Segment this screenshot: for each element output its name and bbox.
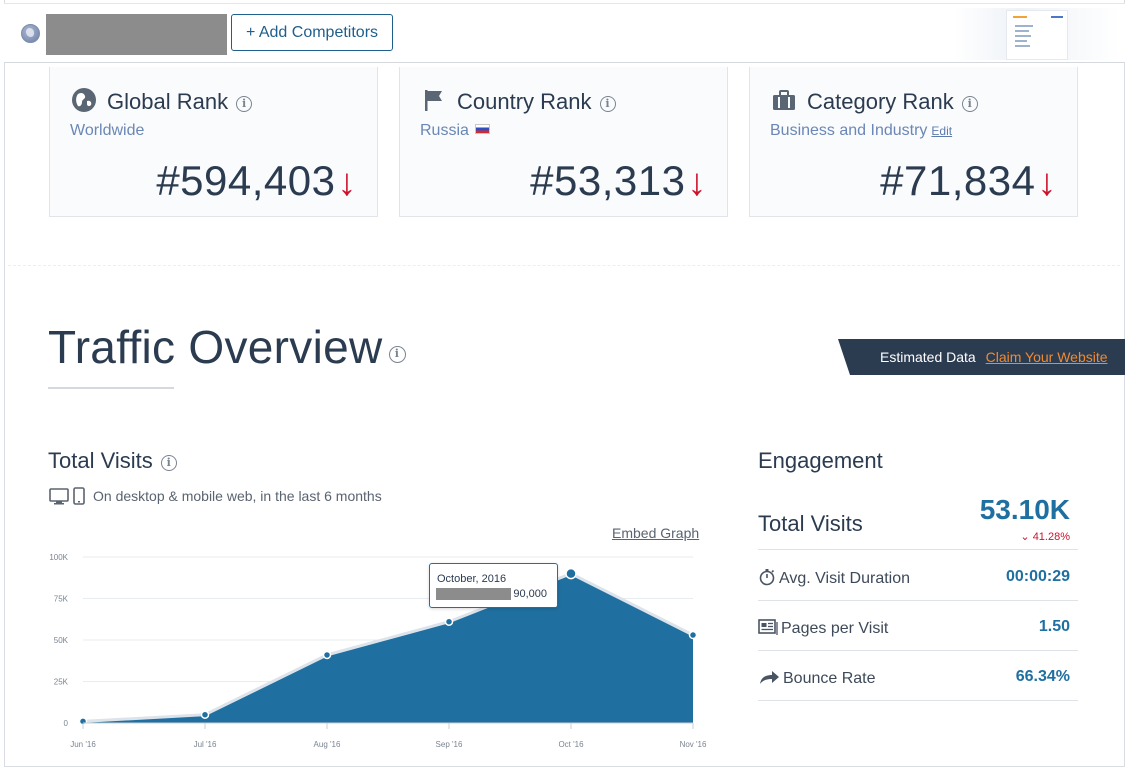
global-rank-value: #594,403↓ (156, 157, 357, 204)
x-tick-label: Sep '16 (436, 740, 463, 749)
claim-website-link[interactable]: Claim Your Website (986, 349, 1108, 365)
data-point (565, 567, 577, 580)
x-tick-label: Jun '16 (70, 740, 96, 749)
y-tick-label: 50K (54, 636, 69, 645)
engagement-row-bounce: Bounce Rate 66.34% (758, 651, 1078, 701)
avg-visit-duration-value: 00:00:29 (1005, 568, 1070, 585)
visits-area (83, 573, 693, 723)
engagement-title: Engagement (758, 448, 883, 473)
info-icon[interactable]: i (388, 346, 406, 363)
down-arrow-icon: ↓ (337, 162, 357, 204)
data-point (200, 710, 210, 719)
pages-icon (758, 619, 778, 635)
country-rank-card: Country Rank i Russia #53,313↓ (399, 67, 728, 217)
global-rank-title: Global Rank i (107, 89, 253, 115)
country-rank-title: Country Rank i (457, 89, 616, 115)
avg-visit-duration-label: Avg. Visit Duration (779, 570, 911, 587)
y-tick-label: 25K (54, 678, 69, 687)
pages-per-visit-label: Pages per Visit (781, 620, 889, 637)
info-icon[interactable]: i (236, 96, 253, 112)
info-icon[interactable]: i (961, 96, 978, 112)
data-point (322, 650, 332, 660)
stopwatch-icon (759, 569, 775, 586)
category-rank-title: Category Rank i (807, 89, 978, 115)
chevron-down-icon: ⌄ (1020, 531, 1033, 543)
global-rank-subtitle: Worldwide (70, 122, 145, 139)
site-thumbnail[interactable] (954, 8, 1120, 60)
bounce-rate-label: Bounce Rate (783, 670, 876, 687)
pages-per-visit-value: 1.50 (1038, 618, 1070, 635)
engagement-row-duration: Avg. Visit Duration 00:00:29 (758, 551, 1078, 601)
tooltip-date: October, 2016 (437, 573, 507, 585)
engagement-total-visits-value: 53.10K (979, 494, 1070, 525)
category-rank-subtitle: Business and Industry Edit (770, 122, 953, 139)
engagement-total-visits-row: Total Visits 53.10K ⌄ 41.28% (758, 490, 1078, 550)
engagement-total-visits-label: Total Visits (758, 511, 863, 536)
x-tick-label: Oct '16 (558, 740, 584, 749)
tooltip-series-redacted (436, 588, 511, 600)
bounce-rate-value: 66.34% (1015, 668, 1070, 685)
russia-flag-icon (474, 124, 490, 134)
total-visits-subtitle: On desktop & mobile web, in the last 6 m… (93, 488, 382, 504)
down-arrow-icon: ↓ (687, 162, 707, 204)
y-tick-label: 75K (54, 595, 69, 604)
info-icon[interactable]: i (160, 455, 177, 471)
engagement-total-visits-change: ⌄ 41.28% (1020, 531, 1070, 543)
global-rank-card: Global Rank i Worldwide #594,403↓ (49, 67, 378, 217)
total-visits-chart: 0 25K 50K 75K 100K Jun '16 Jul '16 Aug '16 Sep '… (49, 553, 707, 749)
total-visits-title: Total Visits i (48, 448, 177, 474)
country-rank-value: #53,313↓ (530, 157, 707, 204)
traffic-overview-title: Traffic Overview i (48, 320, 406, 374)
y-tick-label: 100K (49, 553, 68, 562)
info-icon[interactable]: i (599, 96, 616, 112)
x-tick-label: Aug '16 (314, 740, 341, 749)
header-bar: + Add Competitors (4, 3, 1125, 63)
thumbnail-page (1006, 10, 1068, 60)
briefcase-icon (773, 90, 795, 110)
section-divider (8, 265, 1120, 266)
bounce-arrow-icon (760, 671, 779, 684)
add-competitors-button[interactable]: + Add Competitors (231, 14, 393, 51)
data-point (688, 630, 698, 640)
data-point (444, 617, 454, 626)
desktop-mobile-icon (49, 487, 85, 505)
estimated-data-banner: Estimated Data Claim Your Website (838, 339, 1125, 375)
globe-rank-icon (72, 88, 96, 112)
site-name-redacted (46, 14, 227, 55)
category-rank-card: Category Rank i Business and Industry Edit… (749, 67, 1078, 217)
globe-icon (21, 24, 40, 43)
tooltip-value: 90,000 (513, 588, 547, 600)
flag-icon (425, 90, 442, 111)
x-tick-label: Nov '16 (680, 740, 707, 749)
chart-tooltip: October, 2016 90,000 (429, 563, 558, 608)
title-underline (48, 387, 174, 389)
engagement-row-pages: Pages per Visit 1.50 (758, 601, 1078, 651)
category-rank-value: #71,834↓ (880, 157, 1057, 204)
embed-graph-link[interactable]: Embed Graph (612, 525, 699, 541)
x-tick-label: Jul '16 (194, 740, 217, 749)
estimated-data-label: Estimated Data (880, 349, 976, 365)
edit-category-link[interactable]: Edit (931, 124, 952, 138)
down-arrow-icon: ↓ (1037, 162, 1057, 204)
country-rank-subtitle: Russia (420, 122, 490, 140)
y-tick-label: 0 (64, 719, 69, 728)
